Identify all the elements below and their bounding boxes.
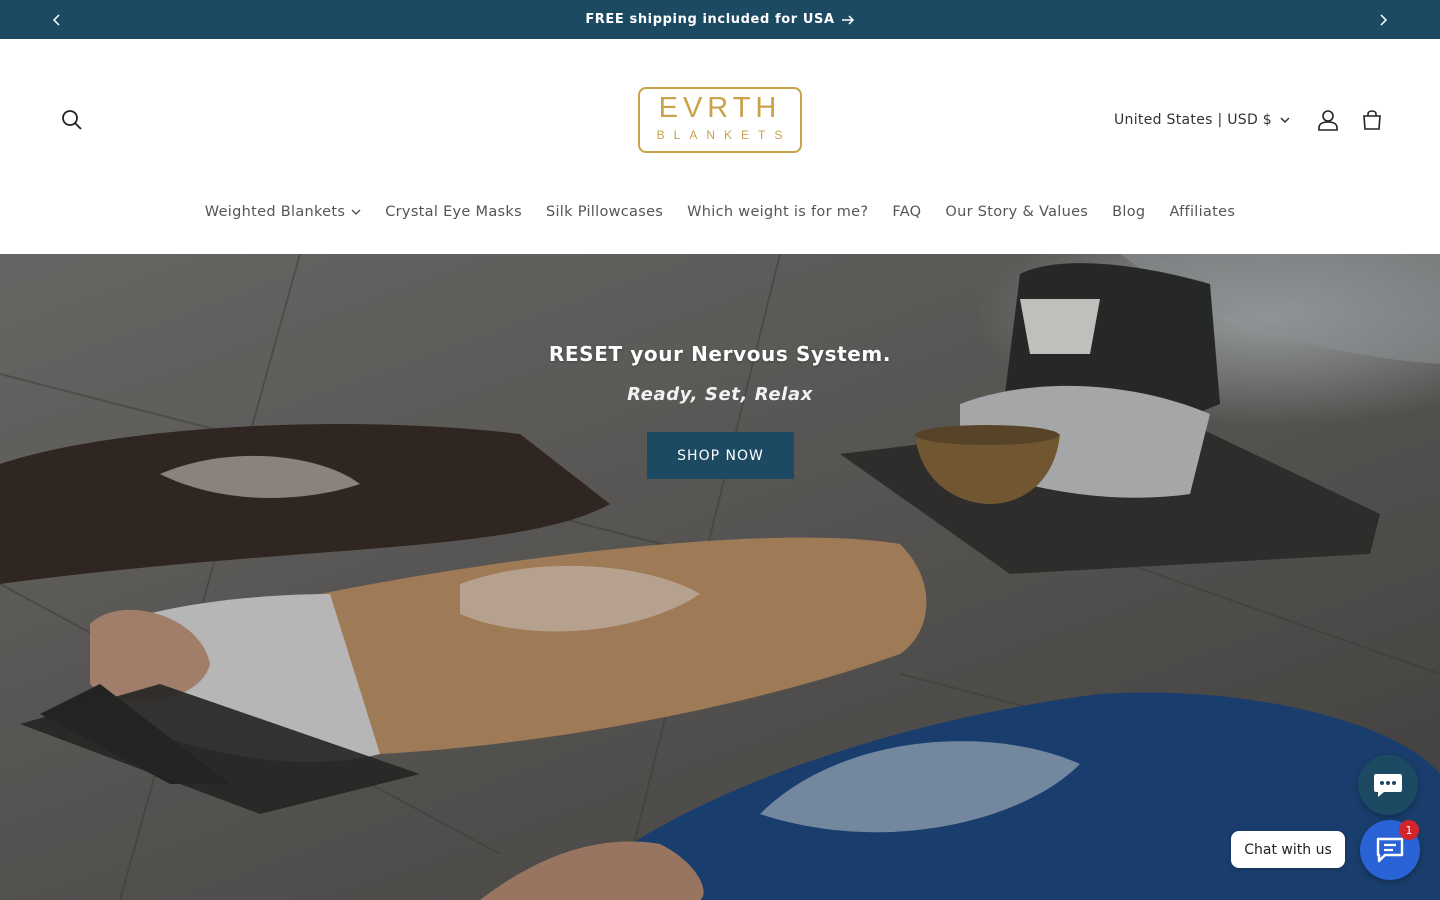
hero-banner: RESET your Nervous System. Ready, Set, R… bbox=[0, 254, 1440, 900]
nav-item-label: Affiliates bbox=[1169, 204, 1236, 220]
unread-badge: 1 bbox=[1399, 820, 1419, 840]
nav-item-crystal-eye-masks[interactable]: Crystal Eye Masks bbox=[373, 204, 534, 220]
account-icon bbox=[1318, 110, 1338, 131]
hero-title: RESET your Nervous System. bbox=[548, 342, 892, 366]
nav-item-label: Silk Pillowcases bbox=[545, 204, 664, 220]
site-header: EVRTH BLANKETS United States | USD $ Wei… bbox=[0, 39, 1440, 254]
announcement-next-button[interactable] bbox=[1363, 0, 1403, 39]
chevron-down-icon bbox=[1280, 116, 1290, 123]
announcement-prev-button[interactable] bbox=[37, 0, 77, 39]
hero-subtitle: Ready, Set, Relax bbox=[627, 384, 813, 405]
nav-item-our-story[interactable]: Our Story & Values bbox=[933, 204, 1100, 220]
shop-now-button[interactable]: SHOP NOW bbox=[647, 432, 794, 479]
cart-icon bbox=[1363, 110, 1381, 130]
message-icon bbox=[1376, 837, 1404, 863]
locale-label: United States | USD $ bbox=[1114, 112, 1272, 128]
announcement-bar: FREE shipping included for USA bbox=[0, 0, 1440, 39]
nav-item-label: FAQ bbox=[892, 204, 922, 220]
nav-item-silk-pillowcases[interactable]: Silk Pillowcases bbox=[534, 204, 675, 220]
logo-line-2: BLANKETS bbox=[656, 128, 792, 142]
cart-button[interactable] bbox=[1352, 100, 1392, 140]
account-button[interactable] bbox=[1308, 100, 1348, 140]
brand-logo[interactable]: EVRTH BLANKETS bbox=[638, 87, 802, 153]
main-navigation: Weighted Blankets Crystal Eye Masks Silk… bbox=[0, 192, 1440, 232]
nav-item-faq[interactable]: FAQ bbox=[880, 204, 933, 220]
logo-line-1: EVRTH bbox=[658, 92, 782, 124]
chevron-left-icon bbox=[52, 13, 60, 26]
announcement-text: FREE shipping included for USA bbox=[585, 12, 835, 27]
chat-with-us-label[interactable]: Chat with us bbox=[1231, 831, 1345, 868]
chat-bubble-icon bbox=[1374, 774, 1402, 797]
nav-item-which-weight[interactable]: Which weight is for me? bbox=[675, 204, 880, 220]
country-currency-selector[interactable]: United States | USD $ bbox=[1114, 107, 1290, 133]
nav-item-label: Weighted Blankets bbox=[204, 204, 346, 220]
nav-item-blog[interactable]: Blog bbox=[1100, 204, 1157, 220]
shopify-chat-button[interactable] bbox=[1358, 755, 1418, 815]
search-button[interactable] bbox=[52, 100, 92, 140]
nav-item-label: Our Story & Values bbox=[945, 204, 1089, 220]
search-icon bbox=[62, 110, 82, 130]
nav-item-affiliates[interactable]: Affiliates bbox=[1157, 204, 1247, 220]
announcement-message: FREE shipping included for USA bbox=[0, 0, 1440, 39]
nav-item-label: Which weight is for me? bbox=[687, 204, 869, 220]
announcement-link[interactable]: FREE shipping included for USA bbox=[585, 12, 854, 27]
arrow-right-icon bbox=[841, 14, 854, 25]
nav-item-label: Blog bbox=[1112, 204, 1146, 220]
chevron-down-icon bbox=[351, 208, 361, 215]
nav-item-weighted-blankets[interactable]: Weighted Blankets bbox=[193, 204, 373, 220]
chevron-right-icon bbox=[1380, 13, 1388, 26]
nav-item-label: Crystal Eye Masks bbox=[385, 204, 522, 220]
